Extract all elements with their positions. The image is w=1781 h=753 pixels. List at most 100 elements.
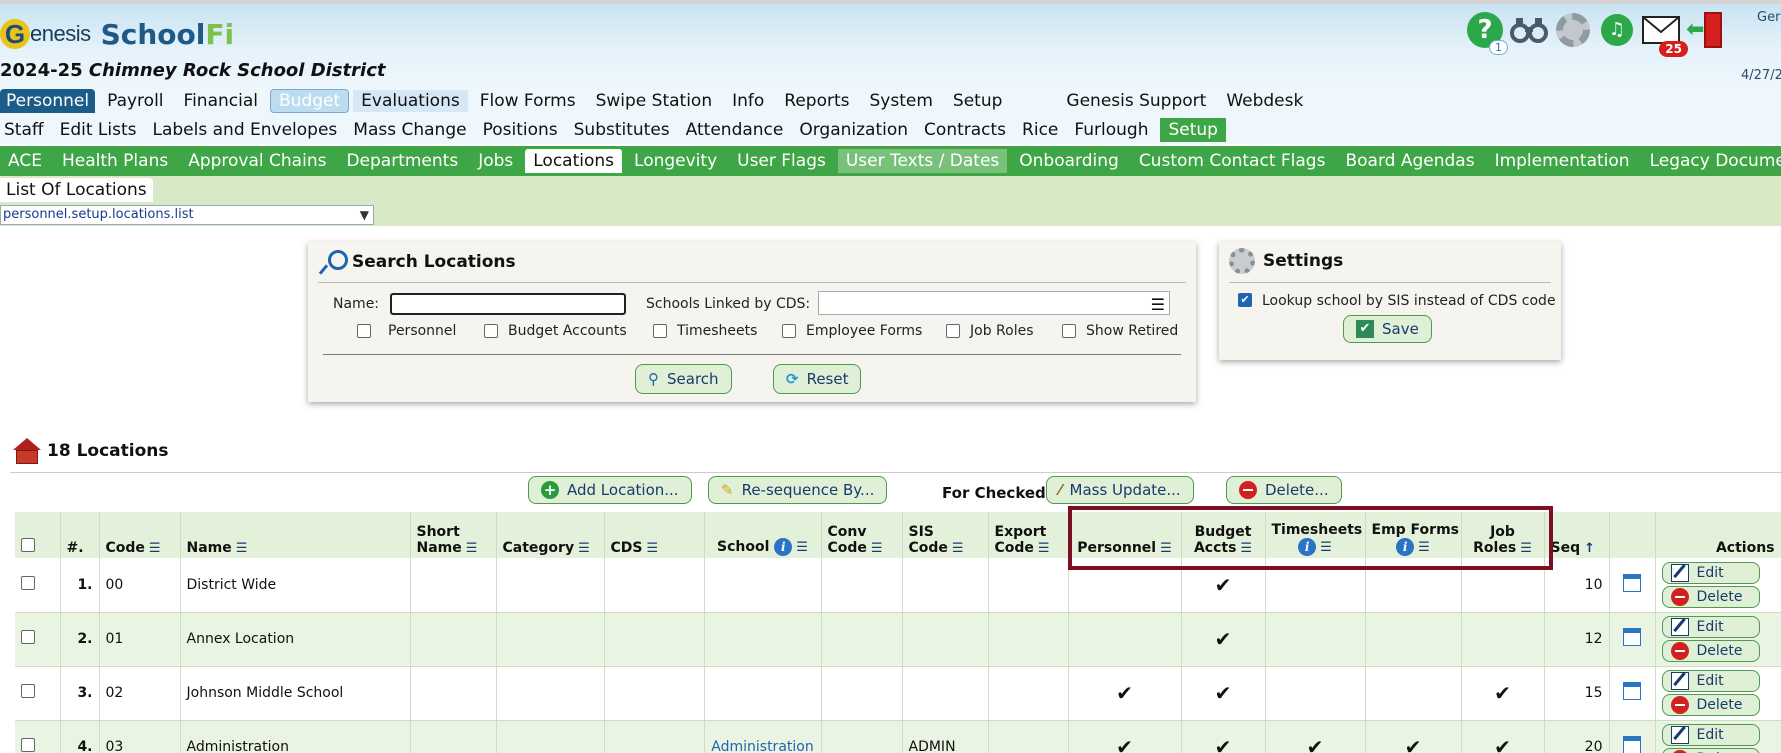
col-short-name[interactable]: Short Name ☰ [410,512,497,558]
col-conv-code[interactable]: Conv Code ☰ [821,512,903,558]
tab-onboarding[interactable]: Onboarding [1011,149,1127,173]
submenu-setup[interactable]: Setup [1160,118,1226,142]
timesheets-checkbox[interactable] [653,324,667,338]
add-location-button[interactable]: + Add Location... [528,476,692,504]
column-menu-icon[interactable]: ☰ [871,541,883,556]
row-checkbox[interactable] [21,738,35,752]
tab-custom-contact-flags[interactable]: Custom Contact Flags [1131,149,1334,173]
cds-input[interactable]: ☰ [818,291,1170,315]
tab-departments[interactable]: Departments [338,149,466,173]
col-code[interactable]: Code ☰ [99,512,181,558]
col-job-roles[interactable]: Job Roles ☰ [1461,512,1545,558]
submenu-staff[interactable]: Staff [0,120,50,140]
col-cds[interactable]: CDS ☰ [604,512,705,558]
logout-button[interactable]: ⬅ [1686,12,1722,48]
binoculars-button[interactable] [1510,11,1548,49]
info-icon[interactable]: i [774,538,793,556]
delete-button[interactable]: Delete [1661,748,1760,753]
row-checkbox[interactable] [21,684,35,698]
calendar-icon[interactable] [1623,736,1641,753]
col-timesheets[interactable]: Timesheets i ☰ [1265,512,1366,558]
column-menu-icon[interactable]: ☰ [1418,540,1430,555]
submenu-substitutes[interactable]: Substitutes [570,120,676,140]
mail-button[interactable]: 25 [1642,11,1688,57]
info-icon[interactable]: i [1396,538,1415,556]
lookup-sis-checkbox[interactable]: ✔ [1238,293,1252,307]
menu-setup[interactable]: Setup [945,90,1010,112]
row-school-link[interactable] [704,666,822,721]
edit-button[interactable]: Edit [1661,561,1760,584]
column-menu-icon[interactable]: ☰ [952,541,964,556]
delete-button[interactable]: Delete [1661,585,1760,608]
edit-button[interactable]: Edit [1661,724,1760,746]
column-menu-icon[interactable]: ☰ [1320,540,1332,555]
row-checkbox[interactable] [21,575,35,590]
tab-approval-chains[interactable]: Approval Chains [180,149,334,173]
col-sis-code[interactable]: SIS Code ☰ [902,512,989,558]
select-all-checkbox[interactable] [21,538,35,552]
tab-implementation[interactable]: Implementation [1487,149,1638,173]
submenu-attendance[interactable]: Attendance [682,120,790,140]
column-menu-icon[interactable]: ☰ [1160,541,1172,556]
show-retired-checkbox[interactable] [1062,324,1076,338]
col-category[interactable]: Category ☰ [496,512,605,558]
edit-button[interactable]: Edit [1661,616,1760,638]
calendar-icon[interactable] [1623,628,1641,646]
col-budget-accts[interactable]: Budget Accts ☰ [1181,512,1266,558]
submenu-furlough[interactable]: Furlough [1070,120,1154,140]
name-input[interactable] [390,293,626,315]
menu-evaluations[interactable]: Evaluations [353,90,468,112]
menu-payroll[interactable]: Payroll [99,90,171,112]
menu-webdesk[interactable]: Webdesk [1218,90,1311,112]
tab-list-of-locations[interactable]: List Of Locations [0,178,153,202]
col-export-code[interactable]: Export Code ☰ [988,512,1069,558]
menu-financial[interactable]: Financial [176,90,266,112]
tab-user-texts-dates[interactable]: User Texts / Dates [837,149,1008,173]
submenu-positions[interactable]: Positions [479,120,564,140]
menu-swipe-station[interactable]: Swipe Station [588,90,721,112]
column-menu-icon[interactable]: ☰ [1240,541,1252,556]
column-menu-icon[interactable]: ☰ [796,540,808,555]
tab-board-agendas[interactable]: Board Agendas [1337,149,1482,173]
submenu-rice[interactable]: Rice [1018,120,1064,140]
employee-forms-checkbox[interactable] [782,324,796,338]
support-button[interactable]: ♫ [1598,11,1636,49]
genesis-schoolfi-logo[interactable]: G enesis School Fi [0,14,234,54]
row-checkbox[interactable] [21,630,35,644]
calendar-icon[interactable] [1623,682,1641,700]
menu-info[interactable]: Info [724,90,772,112]
submenu-labels-envelopes[interactable]: Labels and Envelopes [149,120,344,140]
save-settings-button[interactable]: ✔ Save [1343,315,1432,343]
budget-accounts-checkbox[interactable] [484,324,498,338]
submenu-edit-lists[interactable]: Edit Lists [56,120,143,140]
column-menu-icon[interactable]: ☰ [236,541,248,556]
tab-ace[interactable]: ACE [0,149,50,173]
column-menu-icon[interactable]: ☰ [149,541,161,556]
submenu-organization[interactable]: Organization [795,120,914,140]
settings-gear-button[interactable] [1554,11,1592,49]
calendar-icon[interactable] [1623,573,1641,592]
info-icon[interactable]: i [1298,538,1317,556]
row-school-link[interactable]: Administration [704,720,822,753]
help-button[interactable]: ? 1 [1466,11,1508,55]
submenu-mass-change[interactable]: Mass Change [349,120,472,140]
sort-up-icon[interactable]: ↑ [1584,541,1595,556]
personnel-checkbox[interactable] [357,324,371,338]
delete-checked-button[interactable]: Delete... [1226,476,1342,504]
menu-reports[interactable]: Reports [776,90,857,112]
tab-health-plans[interactable]: Health Plans [54,149,176,173]
edit-button[interactable]: Edit [1661,670,1760,692]
menu-genesis-support[interactable]: Genesis Support [1058,90,1214,112]
tab-longevity[interactable]: Longevity [626,149,725,173]
tab-locations[interactable]: Locations [525,149,623,173]
menu-budget[interactable]: Budget [269,89,350,113]
search-button[interactable]: ⚲ Search [635,364,732,394]
reset-button[interactable]: ⟳ Reset [773,364,862,394]
column-menu-icon[interactable]: ☰ [1520,541,1532,556]
delete-button[interactable]: Delete [1661,694,1760,716]
menu-system[interactable]: System [862,90,941,112]
row-school-link[interactable] [704,558,822,613]
col-personnel[interactable]: Personnel ☰ [1068,512,1182,558]
column-menu-icon[interactable]: ☰ [578,541,590,556]
column-menu-icon[interactable]: ☰ [466,541,478,556]
